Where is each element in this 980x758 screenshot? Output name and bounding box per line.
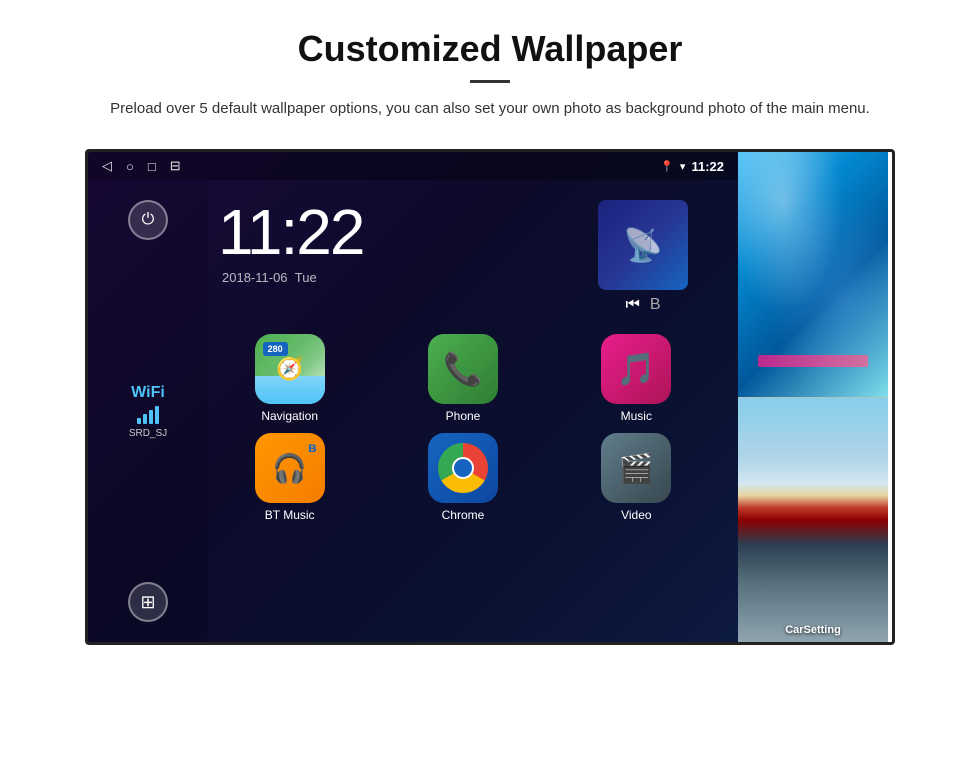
- page-description: Preload over 5 default wallpaper options…: [60, 97, 920, 121]
- wifi-bars: [129, 406, 167, 424]
- location-icon: 📍: [660, 160, 674, 173]
- left-sidebar: ⏻ WiFi SRD_SJ ⊞: [88, 180, 208, 642]
- page-title: Customized Wallpaper: [60, 28, 920, 70]
- back-icon[interactable]: ◁: [102, 158, 112, 174]
- chrome-ring: [438, 443, 488, 493]
- home-icon[interactable]: ○: [126, 159, 134, 174]
- chrome-icon-img: [428, 433, 498, 503]
- wallpaper-panels: CarSetting: [738, 152, 888, 642]
- title-divider: [470, 80, 510, 83]
- clock-time: 11:22: [218, 200, 363, 264]
- phone-icon-img: 📞: [428, 334, 498, 404]
- app-music[interactable]: 🎵 Music: [555, 334, 718, 423]
- nav-icons: ◁ ○ □ ⊟: [102, 158, 181, 174]
- signal-icon: ▾: [680, 160, 686, 173]
- carsetting-label: CarSetting: [738, 624, 888, 636]
- video-label: Video: [621, 508, 651, 522]
- pink-bar: [758, 355, 868, 367]
- status-time: 11:22: [691, 159, 724, 174]
- wifi-bar-1: [137, 418, 141, 424]
- status-right: 📍 ▾ 11:22: [660, 159, 724, 174]
- main-content: ⏻ WiFi SRD_SJ ⊞: [88, 180, 738, 642]
- wifi-bar-2: [143, 414, 147, 424]
- bt-music-icon-img: 🎧 ʙ: [255, 433, 325, 503]
- app-phone[interactable]: 📞 Phone: [381, 334, 544, 423]
- navigation-icon-img: 280 🧭: [255, 334, 325, 404]
- wifi-ssid: SRD_SJ: [129, 428, 167, 439]
- wifi-label: WiFi: [129, 384, 167, 402]
- app-video[interactable]: 🎬 Video: [555, 433, 718, 522]
- media-label: B: [650, 296, 661, 314]
- wifi-bar-3: [149, 410, 153, 424]
- wifi-widget: WiFi SRD_SJ: [129, 384, 167, 439]
- android-ui: ◁ ○ □ ⊟ 📍 ▾ 11:22 ⏻: [85, 149, 895, 645]
- android-screen: ◁ ○ □ ⊟ 📍 ▾ 11:22 ⏻: [88, 152, 738, 642]
- page-header: Customized Wallpaper Preload over 5 defa…: [0, 0, 980, 139]
- media-icon: 📡: [598, 200, 688, 290]
- power-icon: ⏻: [142, 211, 155, 229]
- bt-music-label: BT Music: [265, 508, 315, 522]
- chrome-label: Chrome: [442, 508, 485, 522]
- phone-label: Phone: [446, 409, 481, 423]
- chrome-center: [452, 457, 474, 479]
- wallpaper-panel-bottom: CarSetting: [738, 397, 888, 643]
- all-apps-button[interactable]: ⊞: [128, 582, 168, 622]
- status-bar: ◁ ○ □ ⊟ 📍 ▾ 11:22: [88, 152, 738, 180]
- wallpaper-panel-top: [738, 152, 888, 397]
- app-navigation[interactable]: 280 🧭 Navigation: [208, 334, 371, 423]
- power-button[interactable]: ⏻: [128, 200, 168, 240]
- navigation-label: Navigation: [261, 409, 318, 423]
- screenshot-icon[interactable]: ⊟: [170, 158, 181, 174]
- nav-badge: 280: [263, 342, 288, 356]
- media-controls: ⏮ B: [625, 296, 660, 314]
- app-chrome[interactable]: Chrome: [381, 433, 544, 522]
- app-bt-music[interactable]: 🎧 ʙ BT Music: [208, 433, 371, 522]
- prev-track-icon[interactable]: ⏮: [625, 296, 639, 314]
- music-icon-img: 🎵: [601, 334, 671, 404]
- recents-icon[interactable]: □: [148, 159, 156, 174]
- clock-widget: 11:22 2018-11-06 Tue: [208, 190, 548, 285]
- media-player: 📡 ⏮ B: [568, 190, 728, 314]
- apps-grid: 280 🧭 Navigation 📞 Phone: [208, 324, 728, 532]
- music-label: Music: [621, 409, 652, 423]
- video-icon-img: 🎬: [601, 433, 671, 503]
- bridge-texture: [738, 398, 888, 643]
- apps-grid-icon: ⊞: [140, 592, 155, 613]
- cast-icon: 📡: [623, 226, 663, 264]
- wifi-bar-4: [155, 406, 159, 424]
- clock-date: 2018-11-06 Tue: [222, 270, 317, 285]
